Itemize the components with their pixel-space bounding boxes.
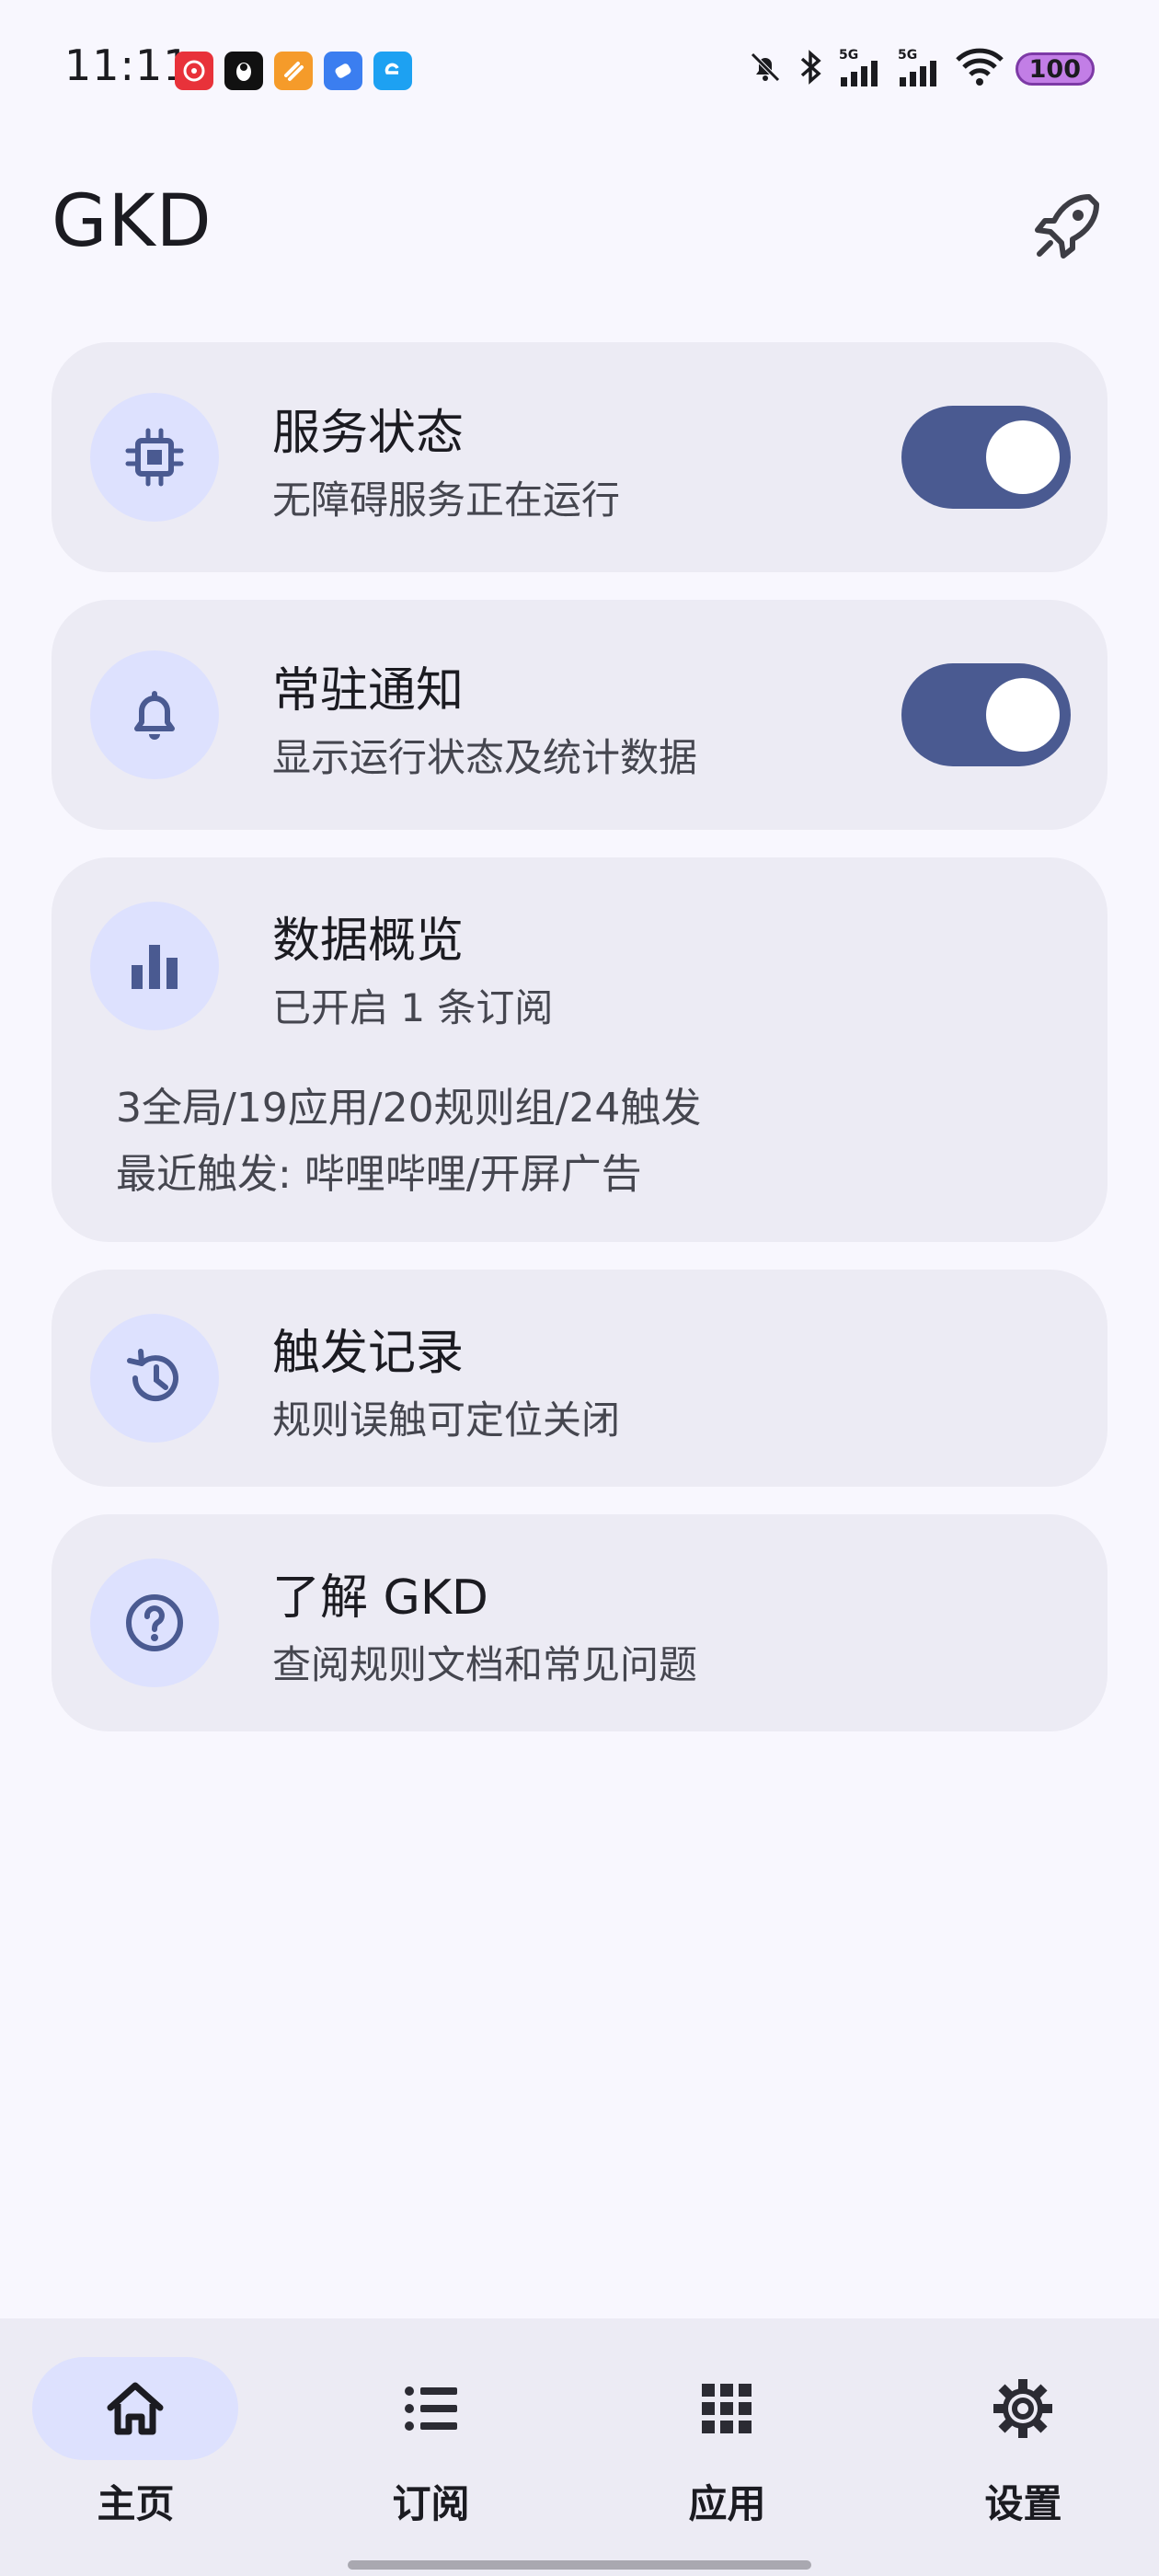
cpu-chip-icon: [125, 428, 184, 487]
app-title: GKD: [52, 180, 212, 263]
service-icon-container: [90, 393, 219, 522]
battery-indicator: 100: [1015, 52, 1095, 86]
nav-item-apps[interactable]: 应用: [591, 2318, 881, 2576]
signal-5g-icon: 5G: [896, 46, 944, 92]
list-icon: [394, 2372, 467, 2445]
status-bar: 11:11 5G 5G 100: [0, 0, 1159, 138]
service-status-card[interactable]: 服务状态 无障碍服务正在运行: [52, 342, 1107, 572]
nav-label-apps: 应用: [688, 2481, 766, 2526]
data-overview-card[interactable]: 数据概览 已开启 1 条订阅 3全局/19应用/20规则组/24触发 最近触发:…: [52, 857, 1107, 1242]
notification-icon-container: [90, 650, 219, 779]
data-overview-subtitle: 已开启 1 条订阅: [272, 985, 554, 1030]
screen: 11:11 5G 5G 100 GKD 服务状态 无障碍服务正在运行 常驻通知 …: [0, 0, 1159, 2576]
gear-icon: [986, 2372, 1060, 2445]
gesture-bar[interactable]: [348, 2560, 811, 2570]
netease-music-icon: [175, 52, 213, 90]
history-icon-container: [90, 1314, 219, 1443]
recent-trigger: 最近触发: 哔哩哔哩/开屏广告: [116, 1151, 642, 1198]
notification-toggle[interactable]: [901, 663, 1071, 766]
trigger-history-subtitle: 规则误触可定位关闭: [272, 1397, 621, 1443]
data-icon-container: [90, 902, 219, 1030]
data-stats: 3全局/19应用/20规则组/24触发: [116, 1085, 702, 1132]
service-toggle[interactable]: [901, 406, 1071, 509]
persistent-notification-card[interactable]: 常驻通知 显示运行状态及统计数据: [52, 600, 1107, 830]
rocket-icon: [1035, 194, 1099, 259]
nav-label-home: 主页: [97, 2481, 175, 2526]
trigger-history-title: 触发记录: [272, 1326, 465, 1381]
history-icon: [127, 1349, 178, 1402]
status-time: 11:11: [64, 40, 191, 90]
bar-chart-icon: [132, 945, 178, 989]
network-label: 5G: [898, 48, 917, 63]
mute-bell-icon: [747, 49, 784, 89]
service-status-subtitle: 无障碍服务正在运行: [272, 477, 621, 523]
nav-item-home[interactable]: 主页: [0, 2318, 290, 2576]
bottom-navigation: 主页 订阅 应用 设置: [0, 2318, 1159, 2576]
status-indicators: 5G 5G 100: [747, 46, 1095, 92]
notification-icons: [175, 52, 412, 90]
help-icon-container: [90, 1558, 219, 1687]
data-overview-title: 数据概览: [272, 914, 465, 969]
rocket-button[interactable]: [1021, 180, 1113, 272]
network-label: 5G: [839, 48, 858, 63]
apps-grid-icon: [690, 2372, 763, 2445]
persistent-notification-title: 常驻通知: [272, 663, 465, 719]
nav-item-subscriptions[interactable]: 订阅: [295, 2318, 585, 2576]
bluetooth-icon: [795, 48, 826, 90]
persistent-notification-subtitle: 显示运行状态及统计数据: [272, 735, 698, 780]
wifi-icon: [955, 47, 1004, 91]
signal-5g-icon: 5G: [837, 46, 885, 92]
bell-icon: [134, 691, 175, 740]
about-gkd-title: 了解 GKD: [272, 1570, 488, 1626]
browser-e-icon: [373, 52, 412, 90]
switch-knob: [986, 420, 1060, 494]
home-icon: [98, 2372, 172, 2445]
help-circle-icon: [126, 1594, 183, 1651]
orange-app-icon: [274, 52, 313, 90]
nav-label-settings: 设置: [984, 2481, 1062, 2526]
service-status-title: 服务状态: [272, 406, 465, 461]
penguin-app-icon: [224, 52, 263, 90]
about-gkd-subtitle: 查阅规则文档和常见问题: [272, 1642, 698, 1687]
nav-item-settings[interactable]: 设置: [888, 2318, 1159, 2576]
trigger-history-card[interactable]: 触发记录 规则误触可定位关闭: [52, 1270, 1107, 1487]
switch-knob: [986, 678, 1060, 752]
about-gkd-card[interactable]: 了解 GKD 查阅规则文档和常见问题: [52, 1514, 1107, 1731]
nav-label-subscriptions: 订阅: [392, 2481, 470, 2526]
blue-app-icon: [324, 52, 362, 90]
